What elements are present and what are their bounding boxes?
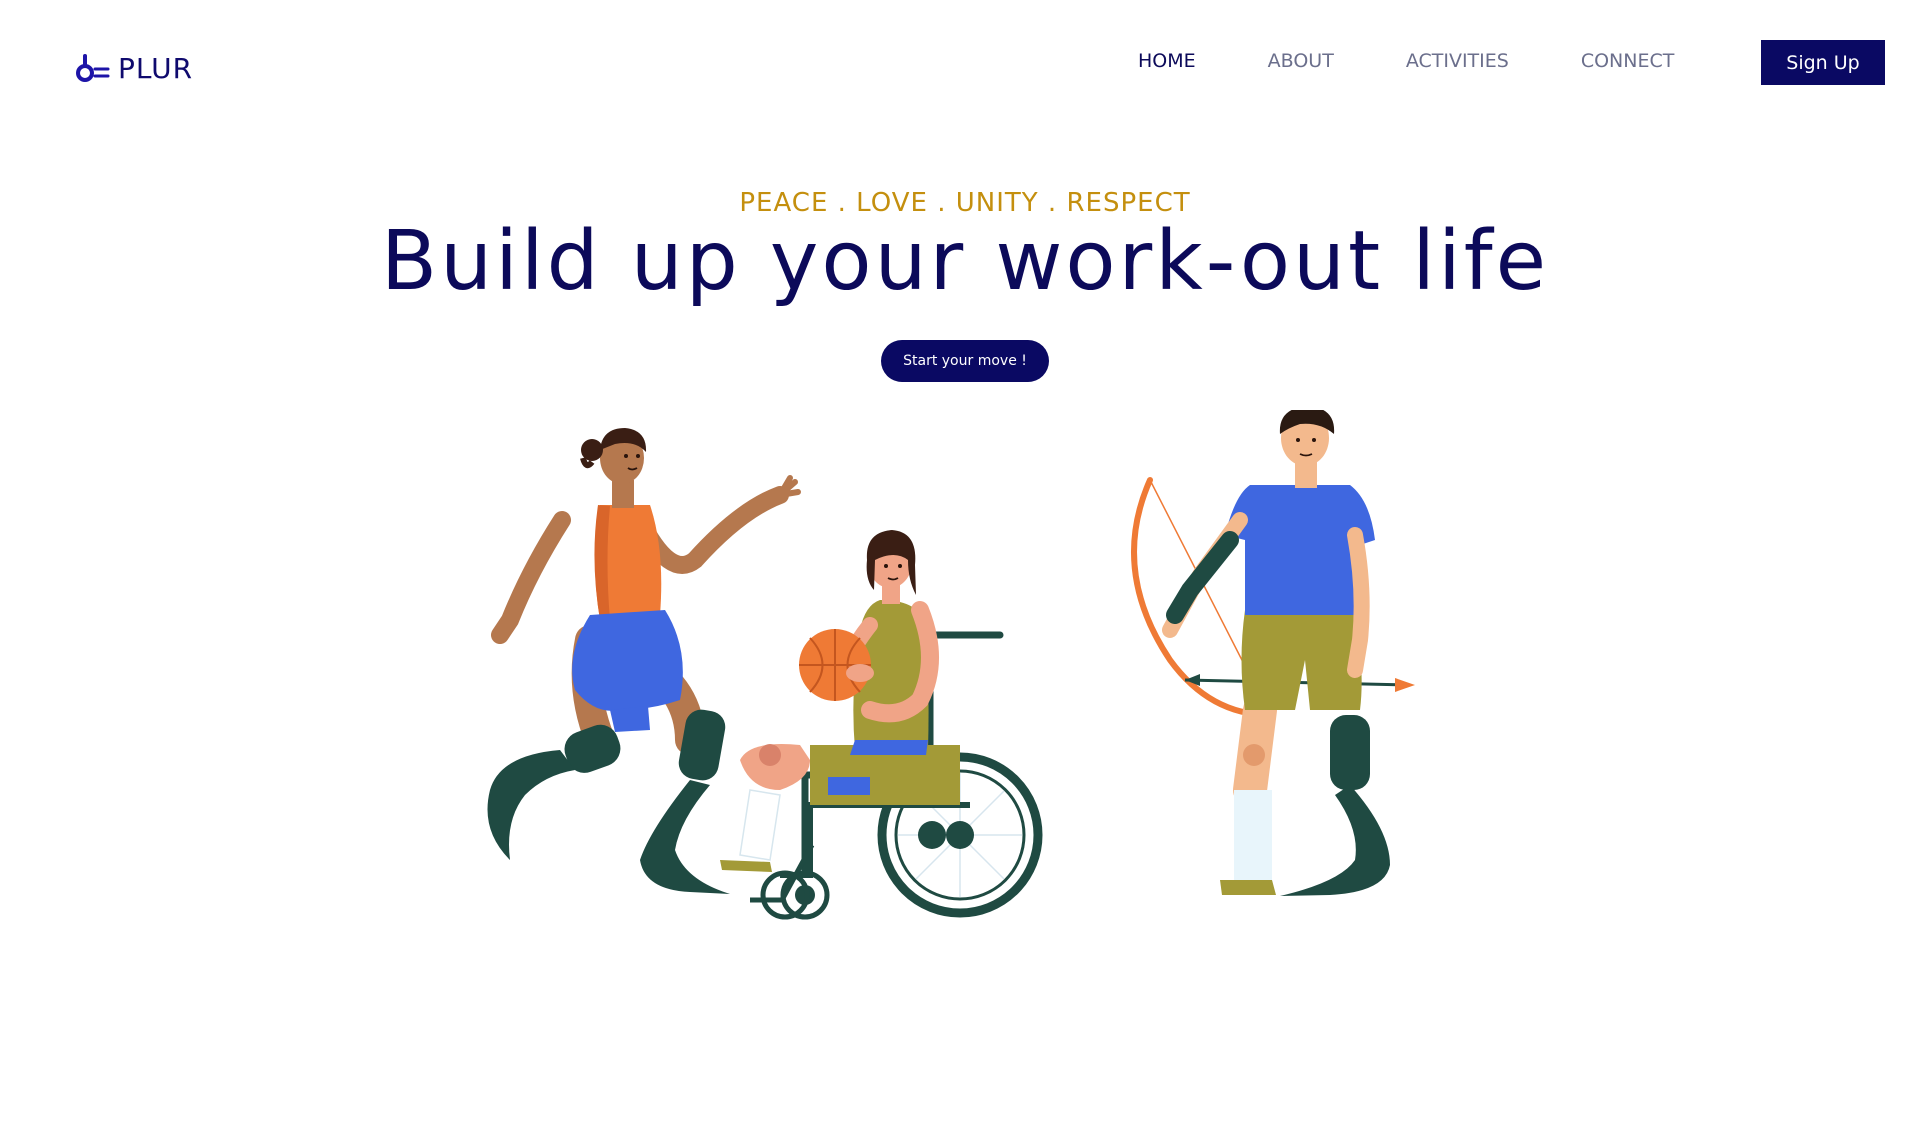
nav-item-home[interactable]: HOME [1138,50,1196,72]
main-nav: HOME ABOUT ACTIVITIES CONNECT [1138,50,1674,72]
wheelchair-figure [720,530,1043,920]
archer-figure [1131,410,1415,896]
logo-text: PLUR [118,52,194,85]
nav-item-connect[interactable]: CONNECT [1581,50,1675,72]
landing-page: PLUR HOME ABOUT ACTIVITIES CONNECT Sign … [0,0,1920,1123]
hero-illustration [487,410,1415,920]
brand-logo[interactable]: PLUR [76,52,193,85]
start-move-button[interactable]: Start your move ! [881,340,1049,382]
nav-item-activities[interactable]: ACTIVITIES [1406,50,1509,72]
plur-logo-icon [76,53,110,82]
signup-button[interactable]: Sign Up [1761,40,1885,85]
hero-headline: Build up your work-out life [380,214,1550,309]
nav-item-about[interactable]: ABOUT [1268,50,1334,72]
